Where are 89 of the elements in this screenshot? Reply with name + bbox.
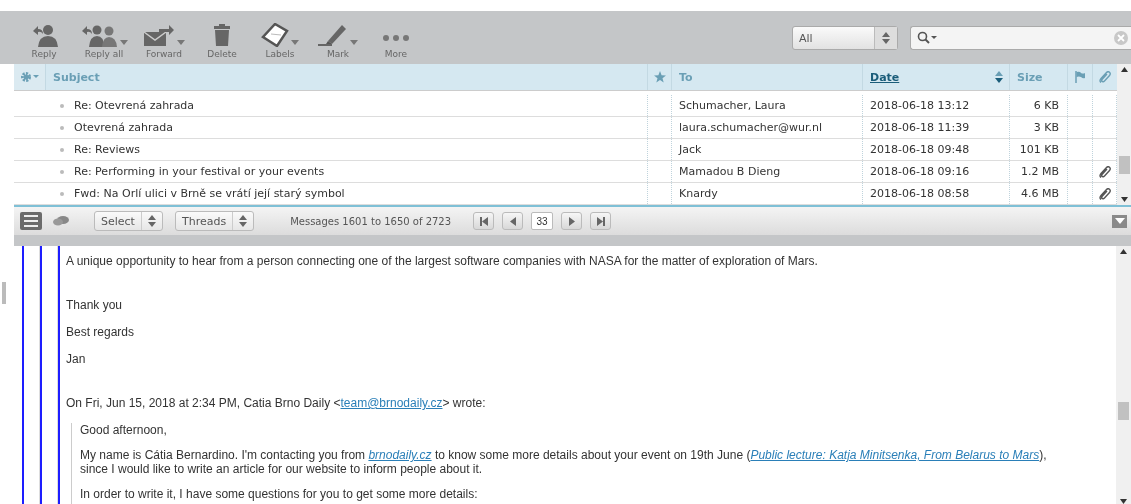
subject-cell[interactable]: Re: Performing in your festival or your events	[74, 165, 325, 178]
toolbar-button[interactable]: Mark	[310, 16, 366, 59]
left-triangle-icon	[509, 216, 516, 226]
thread-dot	[60, 169, 64, 174]
message-paragraph: A unique opportunity to hear from a person connecting one of the largest software companies with NASA for the matter of exploration of Mars.	[66, 254, 819, 268]
date-cell: 2018-06-18 09:48	[870, 143, 970, 156]
column-header[interactable]: To	[679, 70, 862, 84]
toolbar-button[interactable]: Forward	[136, 16, 192, 59]
star-icon	[653, 71, 666, 83]
message-paragraph: On Fri, Jun 15, 2018 at 2:34 PM, Catia Brno Daily <team@brnodaily.cz> wrote:	[66, 395, 487, 410]
thread-dot	[60, 191, 64, 196]
message-paragraph: Best regards	[66, 325, 136, 339]
caret-icon	[350, 39, 358, 45]
trash-icon	[213, 22, 231, 47]
thread-dot	[60, 125, 64, 130]
scrollbar-thumb[interactable]	[1118, 156, 1130, 174]
first-page-icon	[479, 216, 488, 226]
scroll-up-icon[interactable]	[1120, 67, 1128, 72]
toolbar-button[interactable]: Reply all	[74, 16, 134, 59]
search-icon	[917, 30, 937, 45]
message-count: Messages 1601 to 1650 of 2723	[290, 215, 452, 227]
caret-icon	[120, 39, 128, 45]
flag-icon	[1075, 71, 1085, 83]
page-number-field[interactable]: 33	[531, 212, 554, 230]
scroll-down-icon[interactable]	[1120, 499, 1127, 504]
message-paragraph: Thank you	[66, 297, 124, 312]
toolbar-button[interactable]: Labels	[252, 16, 308, 59]
toolbar-button[interactable]: Delete	[194, 16, 250, 59]
thread-dot	[60, 103, 64, 108]
up-down-icon	[239, 215, 248, 227]
resize-handle[interactable]	[2, 282, 6, 304]
size-cell: 3 KB	[1033, 121, 1059, 134]
search-field[interactable]	[910, 25, 1131, 50]
down-triangle-icon	[1114, 218, 1125, 224]
paperclip-icon	[1099, 71, 1111, 83]
size-cell: 101 KB	[1019, 143, 1059, 156]
date-cell: 2018-06-18 08:58	[870, 187, 970, 200]
column-header[interactable]: Date	[870, 70, 995, 84]
collapse-button[interactable]	[1112, 214, 1127, 228]
date-cell: 2018-06-18 09:16	[870, 165, 970, 178]
up-down-icon	[147, 215, 156, 227]
column-header[interactable]: Subject	[53, 70, 647, 84]
list-view-button[interactable]	[20, 212, 42, 230]
subject-cell[interactable]: Re: Otevrená zahrada	[74, 99, 195, 112]
scrollbar[interactable]	[1116, 246, 1131, 504]
recipient-cell: Jack	[679, 143, 702, 156]
column-header[interactable]: Size	[1017, 70, 1067, 84]
envelope-arrow-icon	[143, 22, 175, 47]
select-dropdown[interactable]: Select	[94, 211, 163, 231]
size-cell: 1.2 MB	[1020, 165, 1059, 178]
recipient-cell: Knardy	[679, 187, 718, 200]
message-paragraph: Jan	[66, 352, 87, 366]
gear-icon[interactable]	[19, 71, 40, 83]
scroll-up-icon[interactable]	[1120, 249, 1127, 254]
scrollbar[interactable]	[1117, 64, 1131, 205]
more-dots-icon	[382, 34, 410, 41]
thread-dot	[60, 147, 64, 152]
link[interactable]: team@brnodaily.cz	[340, 396, 443, 410]
right-triangle-icon	[568, 216, 575, 226]
up-down-icon	[882, 31, 890, 44]
subject-cell[interactable]: Otevrená zahrada	[74, 121, 173, 134]
sort-icon	[995, 71, 1003, 83]
date-cell: 2018-06-18 11:39	[870, 121, 970, 134]
link[interactable]: Public lecture: Katja Minitsenka, From Belarus to Mars	[750, 448, 1040, 462]
date-cell: 2018-06-18 13:12	[870, 99, 970, 112]
recipient-cell: Schumacher, Laura	[679, 99, 786, 112]
size-cell: 6 KB	[1033, 99, 1059, 112]
link[interactable]: brnodaily.cz	[368, 448, 432, 462]
caret-icon	[291, 39, 299, 45]
marker-pen-icon	[318, 22, 348, 47]
size-cell: 4.6 MB	[1020, 187, 1059, 200]
threads-dropdown[interactable]: Threads	[174, 211, 255, 231]
last-page-icon	[596, 216, 605, 226]
recipient-cell: Mamadou B Dieng	[679, 165, 781, 178]
scrollbar-thumb[interactable]	[1118, 401, 1129, 420]
last-page-button[interactable]	[590, 212, 612, 230]
toolbar-button[interactable]: Reply	[16, 16, 72, 59]
recipient-cell: laura.schumacher@wur.nl	[679, 121, 823, 134]
toolbar-button[interactable]: More	[368, 16, 424, 59]
first-page-button[interactable]	[473, 212, 495, 230]
filter-dropdown[interactable]: All	[792, 25, 898, 50]
scroll-down-icon[interactable]	[1120, 197, 1128, 202]
caret-icon	[177, 39, 185, 45]
splitter-handle[interactable]	[14, 235, 1131, 246]
previous-page-button[interactable]	[502, 212, 524, 230]
subject-cell[interactable]: Fwd: Na Orlí ulici v Brně se vrátí její starý symbol	[74, 187, 345, 200]
tag-icon	[261, 22, 289, 47]
subject-cell[interactable]: Re: Reviews	[74, 143, 141, 156]
next-page-button[interactable]	[561, 212, 583, 230]
